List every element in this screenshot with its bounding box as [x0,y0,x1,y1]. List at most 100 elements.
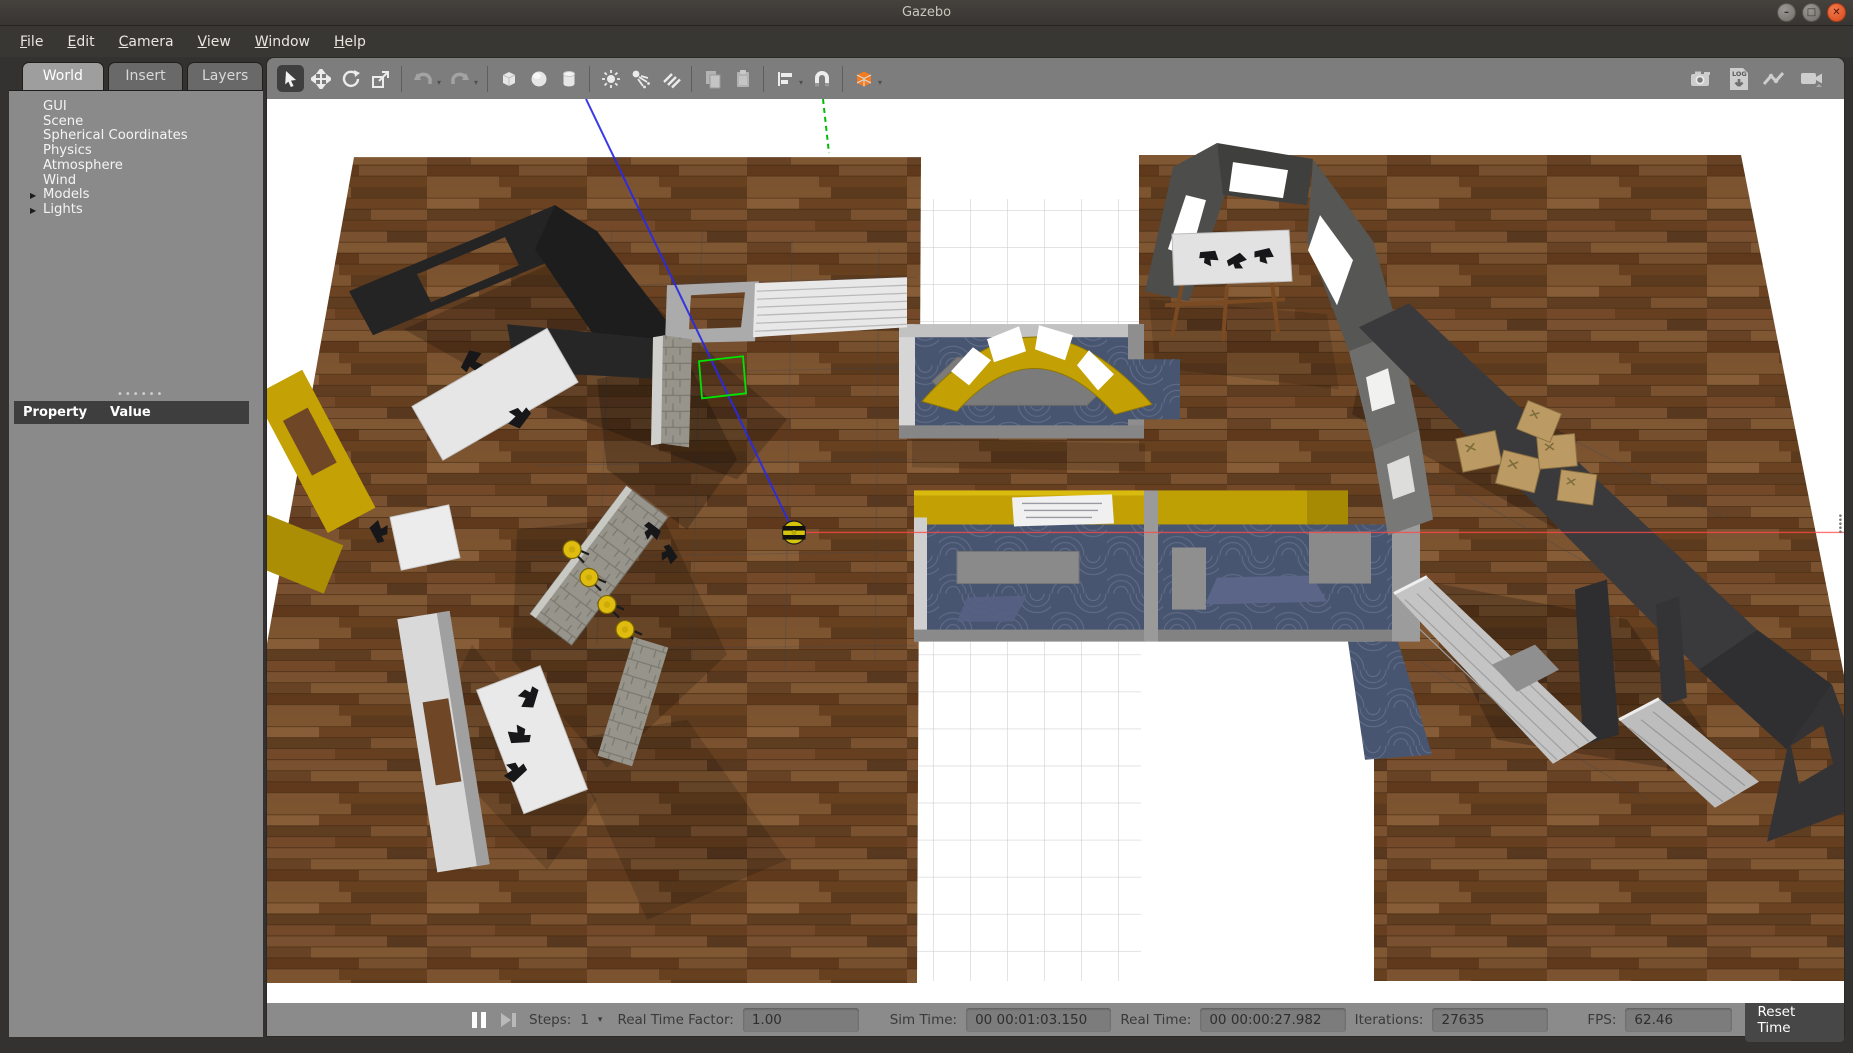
log-file-icon: LOG [1728,67,1750,91]
point-light-button[interactable] [597,65,624,92]
steps-value[interactable]: 1 [580,1012,589,1028]
paste-icon [733,69,753,89]
box-shape-icon [499,69,519,89]
cursor-arrow-icon [282,70,300,88]
point-light-icon [601,69,621,89]
directional-light-button[interactable] [657,65,684,92]
undo-dropdown-icon[interactable]: ▾ [437,78,441,87]
camera-icon [1690,69,1714,89]
simulation-statusbar: Steps: 1 ▾ Real Time Factor: 1.00 Sim Ti… [266,1003,1845,1037]
minimize-icon[interactable]: – [1777,3,1796,22]
window-bottom-edge [0,1037,1853,1053]
translate-tool-button[interactable] [307,65,334,92]
view-angle-button[interactable] [850,65,877,92]
screenshot-button[interactable] [1688,65,1715,92]
left-panel: World Insert Layers GUI Scene Spherical … [0,57,263,1037]
menubar: File Edit Camera View Window Help [0,26,1853,57]
titlebar[interactable]: Gazebo – □ ✕ [0,0,1853,26]
small-table[interactable] [390,505,460,570]
rotate-tool-button[interactable] [337,65,364,92]
maximize-icon[interactable]: □ [1802,3,1821,22]
fps-value: 62.46 [1625,1008,1731,1032]
tree-item-scene[interactable]: Scene [43,115,263,130]
tab-layers[interactable]: Layers [187,62,263,90]
room-couch[interactable] [1172,547,1206,609]
panel-tabs: World Insert Layers [9,57,263,90]
svg-text:LOG: LOG [1732,70,1747,78]
redo-arrow-icon [449,70,471,88]
turtlebot-robot[interactable] [783,521,806,544]
reset-time-button[interactable]: Reset Time [1745,998,1844,1042]
carpet-room-north[interactable] [899,324,1180,438]
ground-grid-bottom [912,640,1141,981]
record-video-button[interactable] [1799,65,1826,92]
tab-world[interactable]: World [22,62,104,90]
menu-window[interactable]: Window [243,29,322,55]
step-button[interactable] [501,1013,516,1027]
plot-button[interactable] [1762,65,1789,92]
undo-button[interactable] [409,65,436,92]
menu-view[interactable]: View [186,29,243,55]
log-recorder-button[interactable]: LOG [1725,65,1752,92]
snap-button[interactable] [808,65,835,92]
menu-edit[interactable]: Edit [55,29,106,55]
viewport-resize-handle[interactable]: ••••• [1838,515,1843,535]
align-dropdown-icon[interactable]: ▾ [799,78,803,87]
panel-splitter-handle[interactable]: •••••• [117,392,164,398]
carpet-room-southwest[interactable] [914,490,1146,641]
plot-line-icon [1763,70,1789,88]
spot-light-icon [631,69,651,89]
view-cube-icon [853,68,875,90]
tree-item-spherical-coordinates[interactable]: Spherical Coordinates [43,129,263,144]
copy-icon [703,69,723,89]
fps-label: FPS: [1587,1012,1616,1028]
expand-arrow-icon[interactable]: ▶ [30,204,36,219]
tab-insert[interactable]: Insert [108,62,184,90]
steps-dropdown-icon[interactable]: ▾ [598,1015,603,1025]
gazebo-3d-viewport[interactable]: ••••• [266,99,1845,1003]
sim-time-value: 00 00:01:03.150 [966,1008,1111,1032]
steps-label: Steps: [529,1012,571,1028]
redo-button[interactable] [446,65,473,92]
align-icon [775,70,795,88]
world-tree: GUI Scene Spherical Coordinates Physics … [9,91,263,218]
menu-camera[interactable]: Camera [107,29,186,55]
menu-help[interactable]: Help [322,29,378,55]
property-column-header: Property [14,405,110,420]
insert-sphere-button[interactable] [525,65,552,92]
copy-button[interactable] [699,65,726,92]
redo-dropdown-icon[interactable]: ▾ [474,78,478,87]
expand-arrow-icon[interactable]: ▶ [30,189,36,204]
view-dropdown-icon[interactable]: ▾ [878,78,882,87]
menu-file[interactable]: File [8,29,55,55]
iterations-label: Iterations: [1355,1012,1424,1028]
tree-item-lights[interactable]: ▶Lights [43,203,263,218]
toolbar: ▾ ▾ [266,57,1845,99]
room-table[interactable] [957,552,1079,584]
tree-item-physics[interactable]: Physics [43,144,263,159]
video-camera-icon [1800,69,1826,89]
room-couch[interactable] [1309,531,1371,583]
tree-item-gui[interactable]: GUI [43,100,263,115]
align-button[interactable] [771,65,798,92]
pause-button[interactable] [472,1012,486,1028]
select-tool-button[interactable] [277,65,304,92]
gazebo-window: Gazebo – □ ✕ File Edit Camera View Windo… [0,0,1853,1053]
close-icon[interactable]: ✕ [1827,3,1846,22]
paste-button[interactable] [729,65,756,92]
insert-box-button[interactable] [495,65,522,92]
real-time-label: Real Time: [1120,1012,1191,1028]
value-column-header: Value [110,405,151,420]
tree-item-atmosphere[interactable]: Atmosphere [43,159,263,174]
gazebo-3d-scene[interactable] [267,99,1844,1003]
spot-light-button[interactable] [627,65,654,92]
rtf-value: 1.00 [743,1008,859,1032]
tree-item-models[interactable]: ▶Models [43,188,263,203]
tree-item-wind[interactable]: Wind [43,174,263,189]
magnet-icon [812,69,832,89]
scale-tool-button[interactable] [367,65,394,92]
stone-pillar[interactable] [661,335,692,447]
real-time-value: 00 00:00:27.982 [1200,1008,1345,1032]
world-tree-panel: GUI Scene Spherical Coordinates Physics … [9,90,263,1037]
insert-cylinder-button[interactable] [555,65,582,92]
